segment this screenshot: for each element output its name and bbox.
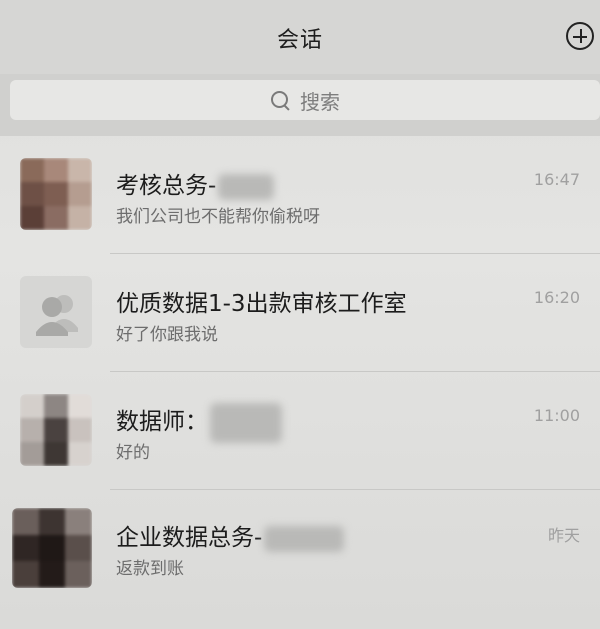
page-title: 会话 bbox=[276, 28, 323, 53]
search-area: 搜索 bbox=[0, 74, 600, 136]
message-time: 16:20 bbox=[533, 288, 580, 307]
conversation-name: 数据师： bbox=[116, 402, 282, 443]
plus-circle-icon[interactable] bbox=[566, 22, 594, 50]
conversation-name: 考核总务- bbox=[116, 166, 275, 200]
search-placeholder: 搜索 bbox=[300, 89, 340, 114]
last-message: 我们公司也不能帮你偷税呀 bbox=[116, 207, 320, 227]
conversation-name: 优质数据1-3出款审核工作室 bbox=[116, 291, 407, 317]
message-time: 昨天 bbox=[547, 526, 580, 545]
conversation-row[interactable]: 数据师： 好的 11:00 bbox=[0, 372, 600, 490]
conversation-row[interactable]: 考核总务- 我们公司也不能帮你偷税呀 16:47 bbox=[0, 136, 600, 254]
avatar bbox=[20, 158, 92, 230]
conversation-name: 企业数据总务- bbox=[116, 518, 345, 552]
last-message: 好了你跟我说 bbox=[116, 325, 218, 345]
conversation-row[interactable]: 优质数据1-3出款审核工作室 好了你跟我说 16:20 bbox=[0, 254, 600, 372]
avatar bbox=[20, 394, 92, 466]
chat-list-screen: 会话 搜索 考核总务- 我们公司也不能帮你偷税呀 16:47 优质数据1-3出款… bbox=[0, 0, 600, 629]
top-bar: 会话 bbox=[0, 0, 600, 74]
group-icon bbox=[20, 276, 92, 348]
message-time: 11:00 bbox=[533, 406, 580, 425]
conversation-row[interactable]: 企业数据总务- 返款到账 昨天 bbox=[0, 490, 600, 608]
message-time: 16:47 bbox=[533, 170, 580, 189]
search-input[interactable]: 搜索 bbox=[10, 80, 600, 120]
avatar bbox=[12, 508, 92, 588]
last-message: 好的 bbox=[116, 443, 150, 463]
last-message: 返款到账 bbox=[116, 559, 184, 579]
search-icon bbox=[270, 90, 290, 110]
